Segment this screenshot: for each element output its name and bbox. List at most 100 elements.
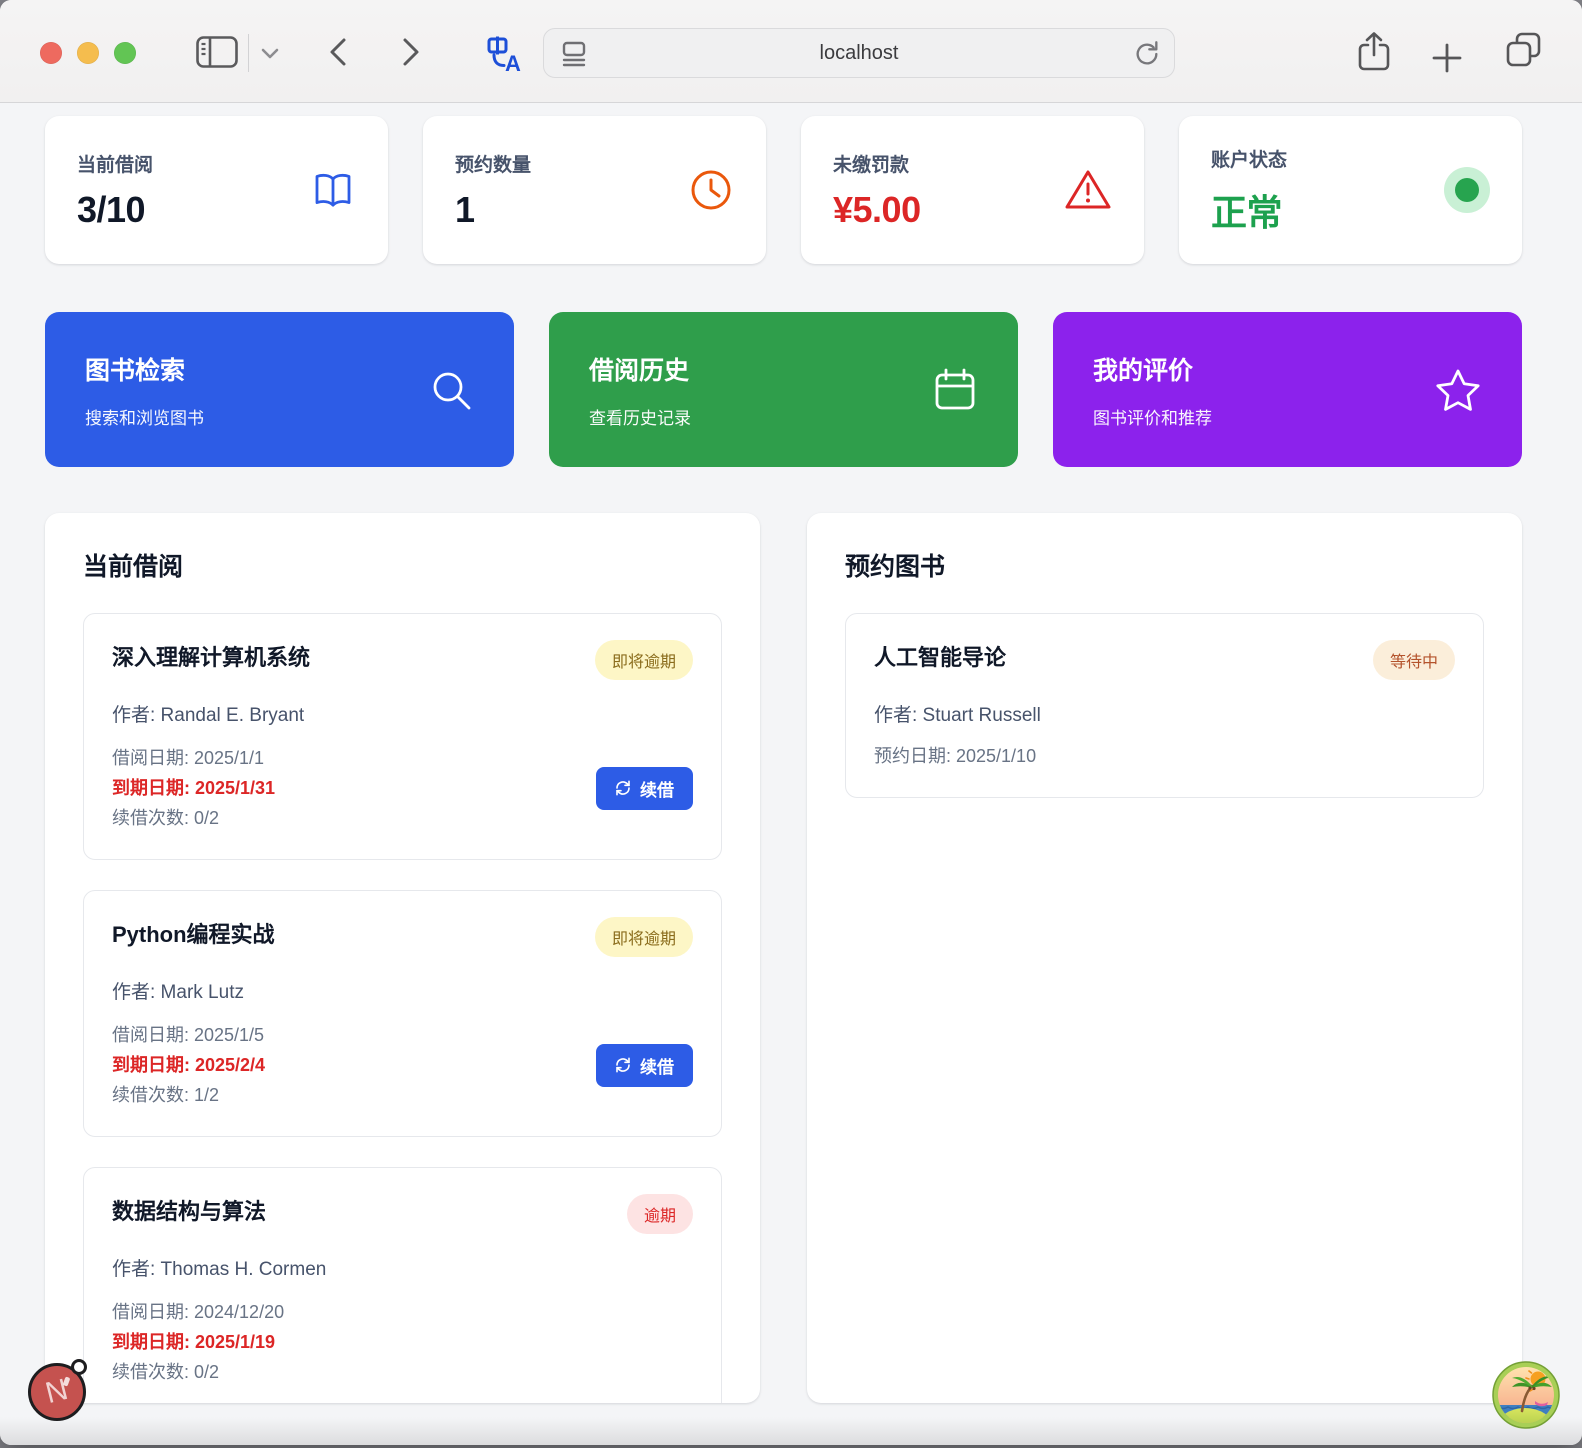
book-title: 人工智能导论 <box>874 640 1006 672</box>
due-date: 到期日期: 2025/2/4 <box>112 1050 265 1080</box>
stat-label: 当前借阅 <box>77 150 153 177</box>
renew-count: 续借次数: 0/2 <box>112 1357 284 1387</box>
sidebar-toggle-button[interactable] <box>196 36 238 68</box>
action-borrow-history[interactable]: 借阅历史 查看历史记录 <box>549 312 1018 467</box>
action-title: 我的评价 <box>1093 351 1212 387</box>
reservations-panel: 预约图书 人工智能导论 等待中 作者: Stuart Russell 预约日期:… <box>807 513 1522 1403</box>
back-icon <box>328 37 348 67</box>
tab-overview-button[interactable] <box>1505 31 1543 69</box>
renew-button-label: 续借 <box>640 1053 674 1078</box>
browser-toolbar: A localhost <box>0 0 1582 103</box>
due-date: 到期日期: 2025/1/31 <box>112 773 275 803</box>
stat-card-account-status: 账户状态 正常 <box>1179 116 1522 264</box>
renew-button-label: 续借 <box>640 776 674 801</box>
borrow-card: 深入理解计算机系统 即将逾期 作者: Randal E. Bryant 借阅日期… <box>83 613 722 860</box>
borrow-date: 借阅日期: 2024/12/20 <box>112 1297 284 1327</box>
address-bar[interactable]: localhost <box>543 28 1175 78</box>
reservation-card: 人工智能导论 等待中 作者: Stuart Russell 预约日期: 2025… <box>845 613 1484 798</box>
stat-value: ¥5.00 <box>833 189 921 231</box>
due-date: 到期日期: 2025/1/19 <box>112 1327 284 1357</box>
book-title: 数据结构与算法 <box>112 1194 266 1226</box>
status-badge: 即将逾期 <box>595 917 693 957</box>
annotation-marker[interactable]: N <box>28 1363 86 1421</box>
stat-card-fines: 未缴罚款 ¥5.00 <box>801 116 1144 264</box>
chevron-down-icon <box>261 48 279 59</box>
stat-label: 预约数量 <box>455 150 531 177</box>
stat-value: 3/10 <box>77 189 153 231</box>
renew-count: 续借次数: 1/2 <box>112 1080 265 1110</box>
page-content: 当前借阅 3/10 预约数量 1 <box>0 104 1582 1445</box>
minimize-button[interactable] <box>77 42 99 64</box>
sidebar-icon <box>196 36 238 68</box>
action-book-search[interactable]: 图书检索 搜索和浏览图书 <box>45 312 514 467</box>
stat-label: 账户状态 <box>1211 145 1287 172</box>
current-borrows-panel: 当前借阅 深入理解计算机系统 即将逾期 作者: Randal E. Bryant… <box>45 513 760 1403</box>
status-badge: 即将逾期 <box>595 640 693 680</box>
reader-icon <box>560 40 588 68</box>
alert-triangle-icon <box>1064 168 1112 212</box>
panel-title: 当前借阅 <box>83 547 722 583</box>
status-badge: 等待中 <box>1373 640 1455 680</box>
tabs-icon <box>1505 31 1543 69</box>
action-subtitle: 搜索和浏览图书 <box>85 404 204 429</box>
translate-button[interactable]: A <box>486 36 524 74</box>
star-icon <box>1434 367 1482 413</box>
action-title: 图书检索 <box>85 351 204 387</box>
reader-mode-button[interactable] <box>560 40 588 68</box>
status-badge: 逾期 <box>627 1194 693 1234</box>
back-button[interactable] <box>328 37 348 67</box>
refresh-icon <box>1133 40 1161 68</box>
reserve-date: 预约日期: 2025/1/10 <box>874 741 1036 771</box>
book-author: 作者: Stuart Russell <box>874 700 1455 727</box>
renew-button[interactable]: 续借 <box>596 1044 693 1087</box>
translate-icon: A <box>486 36 524 74</box>
close-button[interactable] <box>40 42 62 64</box>
action-subtitle: 图书评价和推荐 <box>1093 404 1212 429</box>
book-author: 作者: Thomas H. Cormen <box>112 1254 693 1281</box>
traffic-lights <box>40 42 136 64</box>
open-book-icon <box>310 167 356 213</box>
share-button[interactable] <box>1356 31 1392 73</box>
book-author: 作者: Mark Lutz <box>112 977 693 1004</box>
forward-button[interactable] <box>401 37 421 67</box>
status-dot-icon <box>1444 167 1490 213</box>
stats-row: 当前借阅 3/10 预约数量 1 <box>45 116 1522 264</box>
borrow-card: Python编程实战 即将逾期 作者: Mark Lutz 借阅日期: 2025… <box>83 890 722 1137</box>
new-tab-button[interactable] <box>1432 43 1462 73</box>
annotation-dot <box>71 1359 87 1375</box>
browser-window: A localhost <box>0 0 1582 1445</box>
svg-text:A: A <box>505 51 521 74</box>
action-my-reviews[interactable]: 我的评价 图书评价和推荐 <box>1053 312 1522 467</box>
calendar-icon <box>932 367 978 413</box>
stat-card-current-borrows: 当前借阅 3/10 <box>45 116 388 264</box>
refresh-button[interactable] <box>1133 40 1161 68</box>
panels-row: 当前借阅 深入理解计算机系统 即将逾期 作者: Randal E. Bryant… <box>45 513 1522 1403</box>
stat-value: 正常 <box>1211 184 1287 236</box>
tab-group-chevron-button[interactable] <box>261 48 279 59</box>
search-icon <box>428 367 474 413</box>
share-icon <box>1356 31 1392 73</box>
panel-title: 预约图书 <box>845 547 1484 583</box>
stat-value: 1 <box>455 189 531 231</box>
action-title: 借阅历史 <box>589 351 691 387</box>
zoom-button[interactable] <box>114 42 136 64</box>
borrow-date: 借阅日期: 2025/1/5 <box>112 1020 265 1050</box>
stat-card-reservations: 预约数量 1 <box>423 116 766 264</box>
renew-refresh-icon <box>615 1057 631 1073</box>
quick-actions-row: 图书检索 搜索和浏览图书 借阅历史 查看历史记录 <box>45 312 1522 467</box>
plus-icon <box>1432 43 1462 73</box>
book-title: 深入理解计算机系统 <box>112 640 310 672</box>
borrow-card: 数据结构与算法 逾期 作者: Thomas H. Cormen 借阅日期: 20… <box>83 1167 722 1403</box>
renew-button[interactable]: 续借 <box>596 767 693 810</box>
toolbar-divider <box>248 34 249 72</box>
renew-refresh-icon <box>615 780 631 796</box>
url-text: localhost <box>820 42 899 65</box>
book-title: Python编程实战 <box>112 917 275 949</box>
renew-count: 续借次数: 0/2 <box>112 803 275 833</box>
clock-icon <box>688 167 734 213</box>
borrow-date: 借阅日期: 2025/1/1 <box>112 743 275 773</box>
stat-label: 未缴罚款 <box>833 150 921 177</box>
forward-icon <box>401 37 421 67</box>
book-author: 作者: Randal E. Bryant <box>112 700 693 727</box>
tropical-island-icon[interactable] <box>1492 1361 1560 1429</box>
